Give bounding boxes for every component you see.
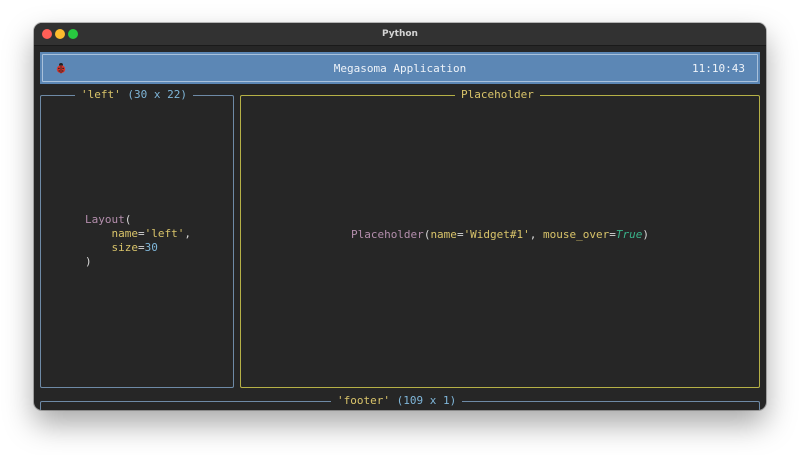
layout-size-key: size: [111, 241, 139, 254]
header-clock: 11:10:43: [692, 62, 745, 75]
layout-class-name: Layout: [85, 213, 125, 226]
placeholder-name-eq: =: [456, 228, 464, 241]
footer-panel-size: (109 x 1): [396, 394, 457, 407]
app-window: Python Megasoma Application 11:10:43 'le…: [34, 23, 766, 410]
header-frame: Megasoma Application 11:10:43: [42, 54, 758, 82]
placeholder-class-name: Placeholder: [350, 228, 424, 241]
left-panel-size: (30 x 22): [127, 88, 187, 101]
layout-name-value: 'left': [144, 227, 185, 240]
left-layout-panel: 'left' (30 x 22) Layout( name='left', si…: [40, 88, 234, 388]
left-panel-title: 'left' (30 x 22): [75, 88, 193, 102]
footer-panel: 'footer' (109 x 1): [40, 394, 760, 410]
layout-size-eq: =: [138, 241, 145, 254]
placeholder-close-paren: ): [642, 228, 650, 241]
layout-name-key: name: [111, 227, 139, 240]
left-panel-name: 'left': [81, 88, 121, 101]
layout-comma: ,: [184, 227, 191, 240]
layout-size-value: 30: [144, 241, 158, 254]
window-title: Python: [382, 29, 418, 39]
app-header: Megasoma Application 11:10:43: [40, 52, 760, 84]
layout-close-paren: ): [85, 255, 92, 268]
placeholder-comma: ,: [529, 228, 544, 241]
placeholder-panel-title: Placeholder: [455, 88, 540, 102]
app-title: Megasoma Application: [333, 62, 467, 75]
placeholder-panel[interactable]: Placeholder Placeholder(name='Widget#1',…: [240, 88, 760, 388]
placeholder-mouse-key: mouse_over: [543, 228, 610, 241]
layout-name-eq: =: [138, 227, 145, 240]
placeholder-repr: Placeholder(name='Widget#1', mouse_over=…: [241, 228, 759, 242]
footer-panel-name: 'footer': [337, 394, 390, 407]
layout-repr: Layout( name='left', size=30 ): [85, 213, 191, 269]
footer-panel-title: 'footer' (109 x 1): [331, 394, 463, 408]
placeholder-name-key: name: [430, 228, 457, 241]
placeholder-mouse-eq: =: [609, 228, 616, 241]
layout-open-paren: (: [124, 213, 132, 226]
placeholder-name-value: 'Widget#1': [463, 228, 530, 241]
placeholder-mouse-value: True: [615, 228, 643, 241]
title-bar: Python: [34, 23, 766, 46]
